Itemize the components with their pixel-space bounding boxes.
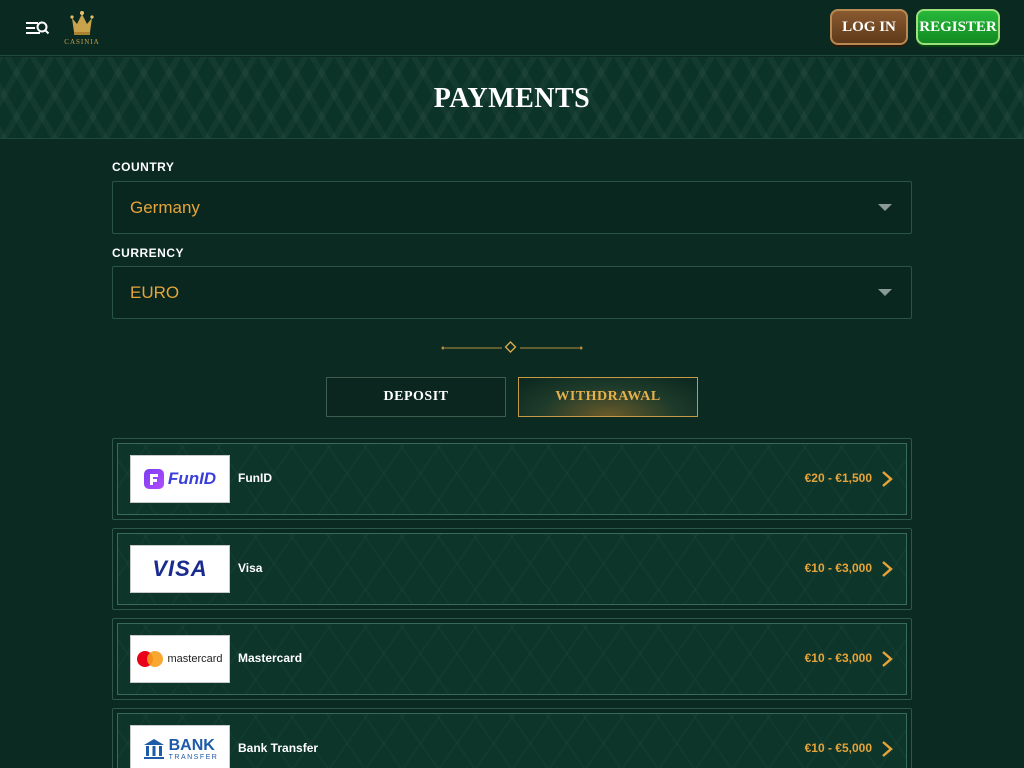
payment-row-panel: VISA Visa €10 - €3,000 (117, 533, 907, 605)
currency-select-value: EURO (130, 283, 180, 302)
payment-row-panel: mastercard Mastercard €10 - €3,000 (117, 623, 907, 695)
crown-logo-icon (70, 11, 94, 35)
mastercard-logo-text: mastercard (167, 653, 223, 665)
payment-row-panel: FunID FunID €20 - €1,500 (117, 443, 907, 515)
diamond-divider-icon (440, 341, 584, 355)
bank-logo-group: BANK TRANSFER (142, 736, 219, 761)
funid-mark-icon (143, 469, 164, 489)
payment-method-name: Visa (238, 561, 263, 575)
menu-search-icon[interactable] (26, 17, 52, 39)
chevron-right-icon (880, 470, 894, 488)
country-label: COUNTRY (112, 160, 175, 174)
mastercard-logo-group: mastercard (137, 651, 223, 667)
visa-logo: VISA (130, 545, 230, 593)
payment-range: €10 - €5,000 (804, 741, 872, 755)
chevron-down-icon (878, 289, 892, 296)
bank-logo-text: BANK (168, 736, 215, 754)
visa-logo-text: VISA (152, 556, 208, 581)
page-title: PAYMENTS (433, 83, 591, 114)
payment-row-visa[interactable]: VISA Visa €10 - €3,000 (112, 528, 912, 610)
currency-label: CURRENCY (112, 246, 185, 260)
payment-row-funid[interactable]: FunID FunID €20 - €1,500 (112, 438, 912, 520)
mastercard-logo: mastercard (130, 635, 230, 683)
tab-withdrawal[interactable]: WITHDRAWAL (518, 377, 698, 417)
bank-logo-subtext: TRANSFER (168, 753, 219, 761)
top-navigation-bar: CASINIA LOG IN REGISTER (0, 0, 1024, 56)
funid-logo-text: FunID (167, 469, 217, 488)
login-button[interactable]: LOG IN (830, 9, 908, 45)
logo-text: CASINIA (64, 38, 100, 46)
chevron-right-icon (880, 650, 894, 668)
payment-range: €20 - €1,500 (804, 471, 872, 485)
payment-method-name: Mastercard (238, 651, 303, 665)
payment-method-name: FunID (238, 471, 272, 485)
register-button[interactable]: REGISTER (916, 9, 1000, 45)
payment-row-mastercard[interactable]: mastercard Mastercard €10 - €3,000 (112, 618, 912, 700)
mastercard-circles-icon (137, 651, 164, 667)
bank-logo: BANK TRANSFER (130, 725, 230, 768)
payment-range: €10 - €3,000 (804, 651, 872, 665)
bank-logo-text-group: BANK TRANSFER (168, 736, 219, 761)
payment-row-panel: BANK TRANSFER Bank Transfer €10 - €5,000 (117, 713, 907, 768)
chevron-right-icon (880, 560, 894, 578)
chevron-right-icon (880, 740, 894, 758)
bank-building-icon (143, 739, 164, 759)
payment-range: €10 - €3,000 (804, 561, 872, 575)
casinia-logo[interactable]: CASINIA (62, 8, 102, 50)
chevron-down-icon (878, 204, 892, 211)
country-select[interactable]: Germany (112, 181, 912, 234)
tab-deposit[interactable]: DEPOSIT (326, 377, 506, 417)
payment-row-bank-transfer[interactable]: BANK TRANSFER Bank Transfer €10 - €5,000 (112, 708, 912, 768)
currency-select[interactable]: EURO (112, 266, 912, 319)
funid-logo: FunID (130, 455, 230, 503)
payment-method-name: Bank Transfer (238, 741, 319, 755)
page-title-banner: PAYMENTS (0, 57, 1024, 139)
country-select-value: Germany (130, 198, 200, 217)
